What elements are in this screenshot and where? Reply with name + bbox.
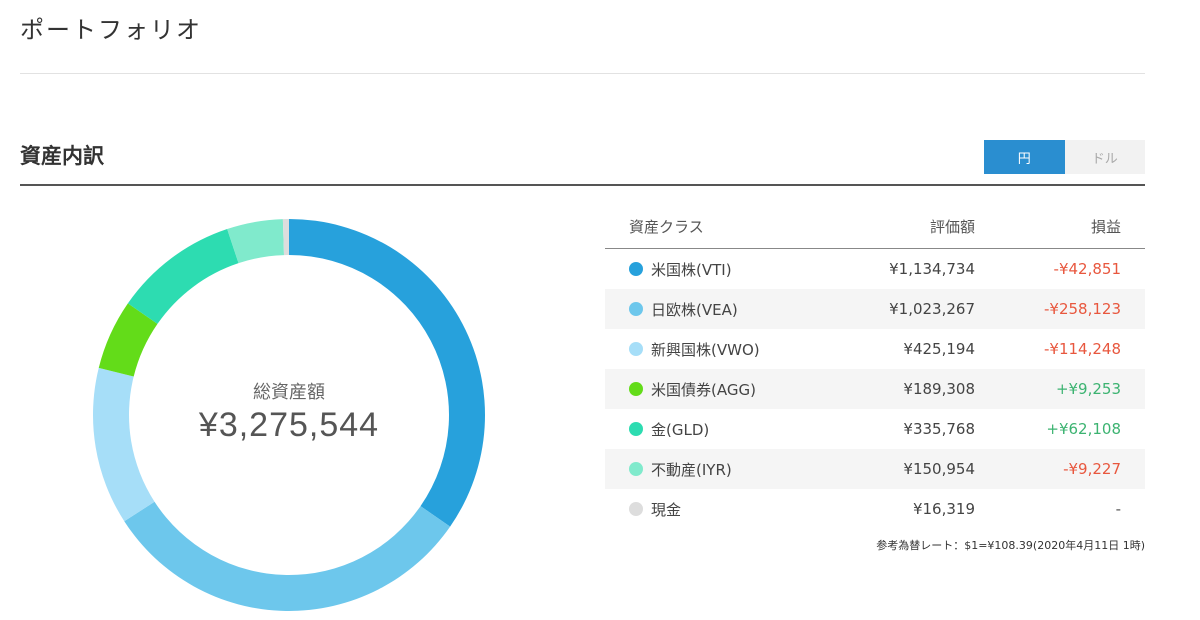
legend-dot-icon: [629, 342, 643, 356]
asset-profit-loss-cell: -: [1115, 500, 1121, 518]
asset-name-label: 金(GLD): [651, 420, 710, 439]
asset-name-label: 米国株(VTI): [651, 260, 732, 279]
legend-dot-icon: [629, 382, 643, 396]
asset-name-cell: 新興国株(VWO): [605, 339, 855, 360]
table-row: 米国債券(AGG) ¥189,308 +¥9,253: [605, 369, 1145, 409]
donut-slice: [289, 219, 485, 527]
asset-value-cell: ¥150,954: [903, 460, 975, 478]
legend-dot-icon: [629, 462, 643, 476]
section-title: 資産内訳: [20, 144, 104, 168]
donut-slice: [124, 501, 451, 611]
total-assets-label: 総資産額: [253, 382, 325, 403]
table-row: 新興国株(VWO) ¥425,194 -¥114,248: [605, 329, 1145, 369]
table-row: 金(GLD) ¥335,768 +¥62,108: [605, 409, 1145, 449]
table-row: 米国株(VTI) ¥1,134,734 -¥42,851: [605, 249, 1145, 289]
header-divider: [20, 73, 1145, 74]
asset-profit-loss-cell: -¥9,227: [1063, 460, 1121, 478]
asset-profit-loss-cell: -¥42,851: [1053, 260, 1121, 278]
asset-profit-loss-cell: +¥9,253: [1055, 380, 1121, 398]
legend-dot-icon: [629, 502, 643, 516]
page-title: ポートフォリオ: [20, 16, 202, 44]
asset-name-label: 新興国株(VWO): [651, 340, 760, 359]
header-profit-loss: 損益: [1090, 218, 1121, 236]
asset-value-cell: ¥189,308: [903, 380, 975, 398]
asset-table: 資産クラス 評価額 損益 米国株(VTI) ¥1,134,734 -¥42,851 日…: [605, 205, 1145, 529]
legend-dot-icon: [629, 262, 643, 276]
asset-name-cell: 日欧株(VEA): [605, 299, 855, 320]
total-assets-value: ¥3,275,544: [198, 406, 380, 444]
asset-value-cell: ¥335,768: [903, 420, 975, 438]
asset-value-cell: ¥1,023,267: [889, 300, 975, 318]
table-row: 不動産(IYR) ¥150,954 -¥9,227: [605, 449, 1145, 489]
asset-name-cell: 金(GLD): [605, 419, 855, 440]
currency-toggle: 円 ドル: [984, 140, 1145, 174]
dollar-toggle-button[interactable]: ドル: [1064, 140, 1145, 174]
asset-profit-loss-cell: +¥62,108: [1046, 420, 1121, 438]
asset-name-cell: 不動産(IYR): [605, 459, 855, 480]
asset-name-label: 不動産(IYR): [651, 460, 732, 479]
asset-profit-loss-cell: -¥114,248: [1044, 340, 1121, 358]
legend-dot-icon: [629, 422, 643, 436]
header-valuation: 評価額: [929, 218, 975, 236]
asset-name-label: 現金: [651, 500, 682, 519]
asset-value-cell: ¥425,194: [903, 340, 975, 358]
table-row: 日欧株(VEA) ¥1,023,267 -¥258,123: [605, 289, 1145, 329]
asset-name-label: 日欧株(VEA): [651, 300, 738, 319]
asset-value-cell: ¥1,134,734: [889, 260, 975, 278]
table-header: 資産クラス 評価額 損益: [605, 205, 1145, 249]
asset-value-cell: ¥16,319: [912, 500, 975, 518]
legend-dot-icon: [629, 302, 643, 316]
section-divider: [20, 184, 1145, 186]
yen-toggle-button[interactable]: 円: [984, 140, 1065, 174]
asset-name-cell: 米国株(VTI): [605, 259, 855, 280]
donut-slice: [127, 229, 239, 324]
exchange-rate-note: 参考為替レート：$1=¥108.39(2020年4月11日 1時): [876, 539, 1145, 552]
asset-name-cell: 現金: [605, 499, 855, 520]
asset-profit-loss-cell: -¥258,123: [1044, 300, 1121, 318]
header-asset-class: 資産クラス: [629, 218, 704, 236]
table-row: 現金 ¥16,319 -: [605, 489, 1145, 529]
asset-name-cell: 米国債券(AGG): [605, 379, 855, 400]
asset-name-label: 米国債券(AGG): [651, 380, 756, 399]
